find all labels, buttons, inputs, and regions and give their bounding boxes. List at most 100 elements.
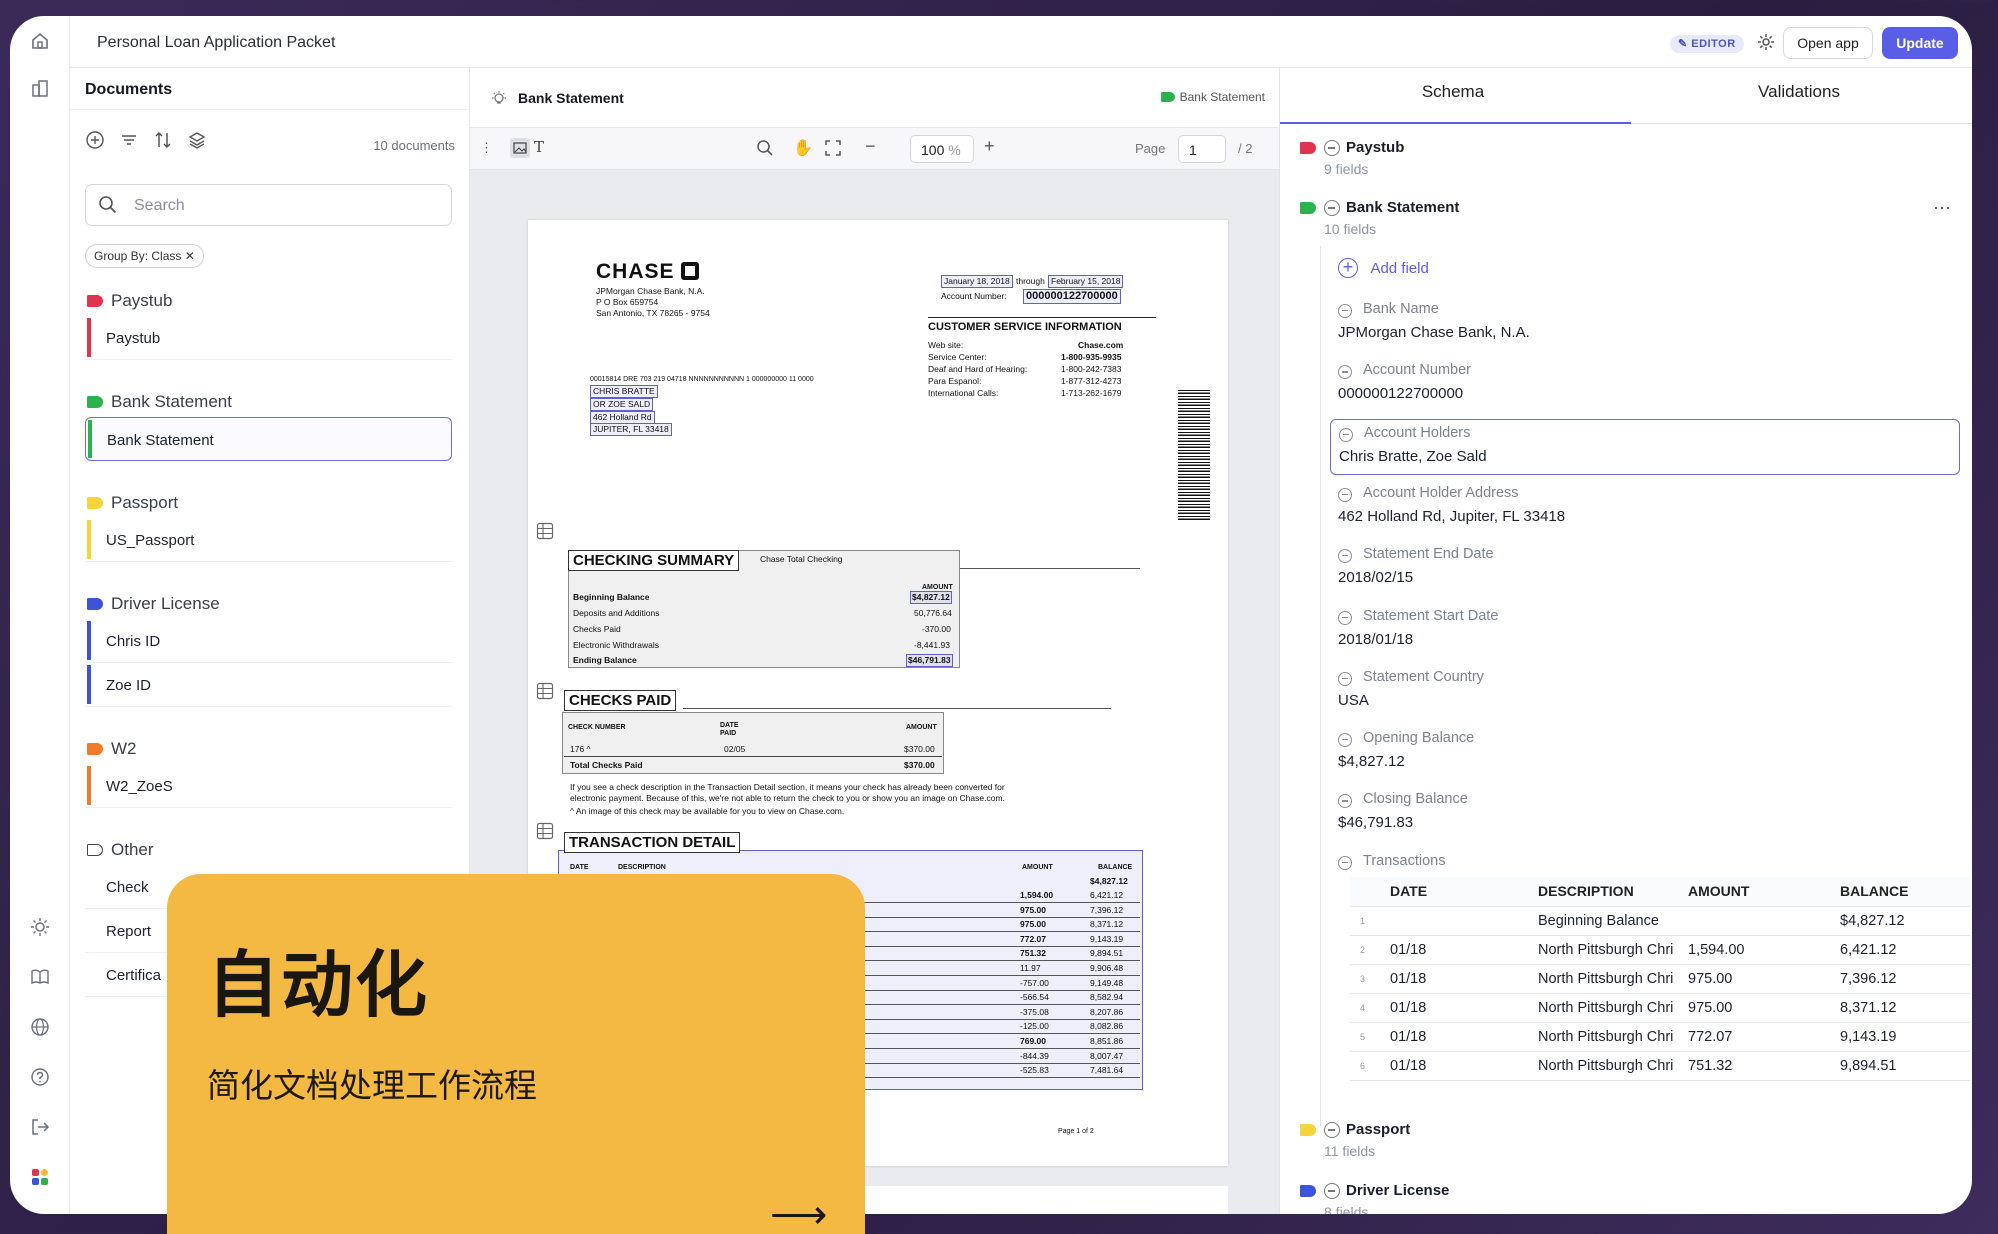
building-icon[interactable] <box>29 78 51 100</box>
text-mode-icon[interactable]: T <box>534 138 544 156</box>
image-mode-icon[interactable] <box>510 138 530 158</box>
zoom-search-icon[interactable] <box>756 139 774 160</box>
table-cell[interactable]: 975.00 <box>1680 964 1832 994</box>
apps-logo-icon[interactable] <box>29 1166 51 1188</box>
table-cell[interactable]: Beginning Balance <box>1530 906 1680 936</box>
table-cell[interactable]: North Pittsburgh Chri <box>1530 1051 1680 1081</box>
table-cell[interactable]: 772.07 <box>1680 1022 1832 1052</box>
table-row[interactable]: 4 01/18 North Pittsburgh Chri 975.00 8,371.1… <box>1350 993 1970 1023</box>
document-item[interactable]: US_Passport <box>85 518 452 562</box>
column-header[interactable]: DESCRIPTION <box>1530 877 1680 907</box>
summary-value-1[interactable]: $4,827.12 <box>910 591 952 604</box>
field-value[interactable]: 2018/01/18 <box>1338 631 1413 648</box>
collapse-icon[interactable] <box>1324 140 1340 156</box>
table-cell[interactable]: 751.32 <box>1680 1051 1832 1081</box>
table-row[interactable]: 1 Beginning Balance $4,827.12 <box>1350 906 1970 936</box>
collapse-icon[interactable] <box>1338 610 1352 625</box>
book-icon[interactable] <box>29 966 51 988</box>
table-cell[interactable] <box>1382 906 1530 936</box>
search-input[interactable]: Search <box>85 184 452 226</box>
collapse-icon[interactable] <box>1339 427 1353 442</box>
field-value[interactable]: Chris Bratte, Zoe Sald <box>1339 448 1487 465</box>
column-header[interactable]: BALANCE <box>1832 877 1970 907</box>
gear-icon[interactable] <box>1756 32 1778 54</box>
group-header[interactable]: Bank Statement <box>85 387 452 417</box>
schema-class-passport[interactable]: Passport 11 fields <box>1280 1120 1972 1168</box>
arrow-right-icon[interactable]: ⟶ <box>770 1192 827 1234</box>
zoom-input[interactable]: 100 % <box>910 135 974 163</box>
table-cell[interactable]: 9,894.51 <box>1832 1051 1970 1081</box>
lightbulb-icon[interactable] <box>490 90 508 108</box>
collapse-icon[interactable] <box>1338 733 1352 748</box>
sort-icon[interactable] <box>153 130 173 150</box>
document-item[interactable]: Zoe ID <box>85 663 452 707</box>
sun-icon[interactable] <box>29 916 51 938</box>
account-number[interactable]: 000000122700000 <box>1023 289 1121 304</box>
field-value[interactable]: JPMorgan Chase Bank, N.A. <box>1338 324 1530 341</box>
zoom-in-icon[interactable]: + <box>984 136 995 157</box>
field-value[interactable]: 000000122700000 <box>1338 385 1463 402</box>
holder-line-1[interactable]: CHRIS BRATTE <box>590 385 658 398</box>
collapse-icon[interactable] <box>1338 487 1352 502</box>
table-cell[interactable]: 9,143.19 <box>1832 1022 1970 1052</box>
document-item[interactable]: W2_ZoeS <box>85 764 452 808</box>
filter-icon[interactable] <box>119 130 139 150</box>
more-vertical-icon[interactable]: ⋮ <box>480 140 493 156</box>
table-cell[interactable]: North Pittsburgh Chri <box>1530 935 1680 965</box>
table-cell[interactable]: 01/18 <box>1382 993 1530 1023</box>
help-icon[interactable] <box>29 1066 51 1088</box>
table-cell[interactable]: 8,371.12 <box>1832 993 1970 1023</box>
group-header[interactable]: Passport <box>85 488 452 518</box>
group-by-chip[interactable]: Group By: Class ✕ <box>85 244 204 268</box>
page-input[interactable]: 1 <box>1178 135 1226 163</box>
schema-field[interactable]: Closing Balance $46,791.83 <box>1330 786 1960 842</box>
table-row[interactable]: 3 01/18 North Pittsburgh Chri 975.00 7,396.1… <box>1350 964 1970 994</box>
collapse-icon[interactable] <box>1338 671 1352 686</box>
table-cell[interactable]: North Pittsburgh Chri <box>1530 964 1680 994</box>
table-cell[interactable]: 01/18 <box>1382 1022 1530 1052</box>
schema-class-driver-license[interactable]: Driver License 8 fields <box>1280 1181 1972 1214</box>
schema-field[interactable]: Bank Name JPMorgan Chase Bank, N.A. <box>1330 296 1960 352</box>
table-cell[interactable]: North Pittsburgh Chri <box>1530 1022 1680 1052</box>
group-header[interactable]: Other <box>85 835 452 865</box>
table-row[interactable]: 5 01/18 North Pittsburgh Chri 772.07 9,143.1… <box>1350 1022 1970 1052</box>
update-button[interactable]: Update <box>1882 27 1958 59</box>
close-icon[interactable]: ✕ <box>185 249 195 263</box>
table-icon[interactable] <box>536 522 556 542</box>
more-horizontal-icon[interactable]: ⋯ <box>1933 198 1952 219</box>
collapse-icon[interactable] <box>1338 794 1352 809</box>
fit-screen-icon[interactable] <box>824 139 842 160</box>
open-app-button[interactable]: Open app <box>1783 27 1873 59</box>
hand-icon[interactable]: ✋ <box>793 138 813 158</box>
collapse-icon[interactable] <box>1338 549 1352 564</box>
table-cell[interactable]: 01/18 <box>1382 1051 1530 1081</box>
add-icon[interactable] <box>85 130 105 150</box>
period-end[interactable]: February 15, 2018 <box>1048 275 1124 288</box>
table-cell[interactable]: 6,421.12 <box>1832 935 1970 965</box>
zoom-out-icon[interactable]: − <box>865 136 876 157</box>
table-cell[interactable]: 01/18 <box>1382 935 1530 965</box>
tab-schema[interactable]: Schema <box>1280 82 1626 102</box>
collapse-icon[interactable] <box>1324 1183 1340 1199</box>
holder-line-2[interactable]: OR ZOE SALD <box>590 398 654 411</box>
table-cell[interactable]: 7,396.12 <box>1832 964 1970 994</box>
group-header[interactable]: W2 <box>85 734 452 764</box>
period-start[interactable]: January 18, 2018 <box>941 275 1013 288</box>
field-value[interactable]: USA <box>1338 692 1369 709</box>
table-cell[interactable]: 1,594.00 <box>1680 935 1832 965</box>
field-value[interactable]: 2018/02/15 <box>1338 569 1413 586</box>
group-header[interactable]: Paystub <box>85 286 452 316</box>
schema-class-bank-statement[interactable]: Bank Statement 10 fields ⋯ <box>1280 198 1972 246</box>
document-item[interactable]: Chris ID <box>85 619 452 663</box>
add-field-button[interactable]: + Add field <box>1338 258 1429 282</box>
document-item[interactable]: Paystub <box>85 316 452 360</box>
field-value[interactable]: $4,827.12 <box>1338 753 1405 770</box>
table-row[interactable]: 2 01/18 North Pittsburgh Chri 1,594.00 6,421… <box>1350 935 1970 965</box>
table-cell[interactable]: North Pittsburgh Chri <box>1530 993 1680 1023</box>
summary-value-5[interactable]: $46,791.83 <box>906 654 953 667</box>
field-value[interactable]: 462 Holland Rd, Jupiter, FL 33418 <box>1338 508 1565 525</box>
collapse-icon[interactable] <box>1338 856 1352 870</box>
globe-icon[interactable] <box>29 1016 51 1038</box>
document-item-selected[interactable]: Bank Statement <box>85 417 452 461</box>
table-cell[interactable]: 01/18 <box>1382 964 1530 994</box>
